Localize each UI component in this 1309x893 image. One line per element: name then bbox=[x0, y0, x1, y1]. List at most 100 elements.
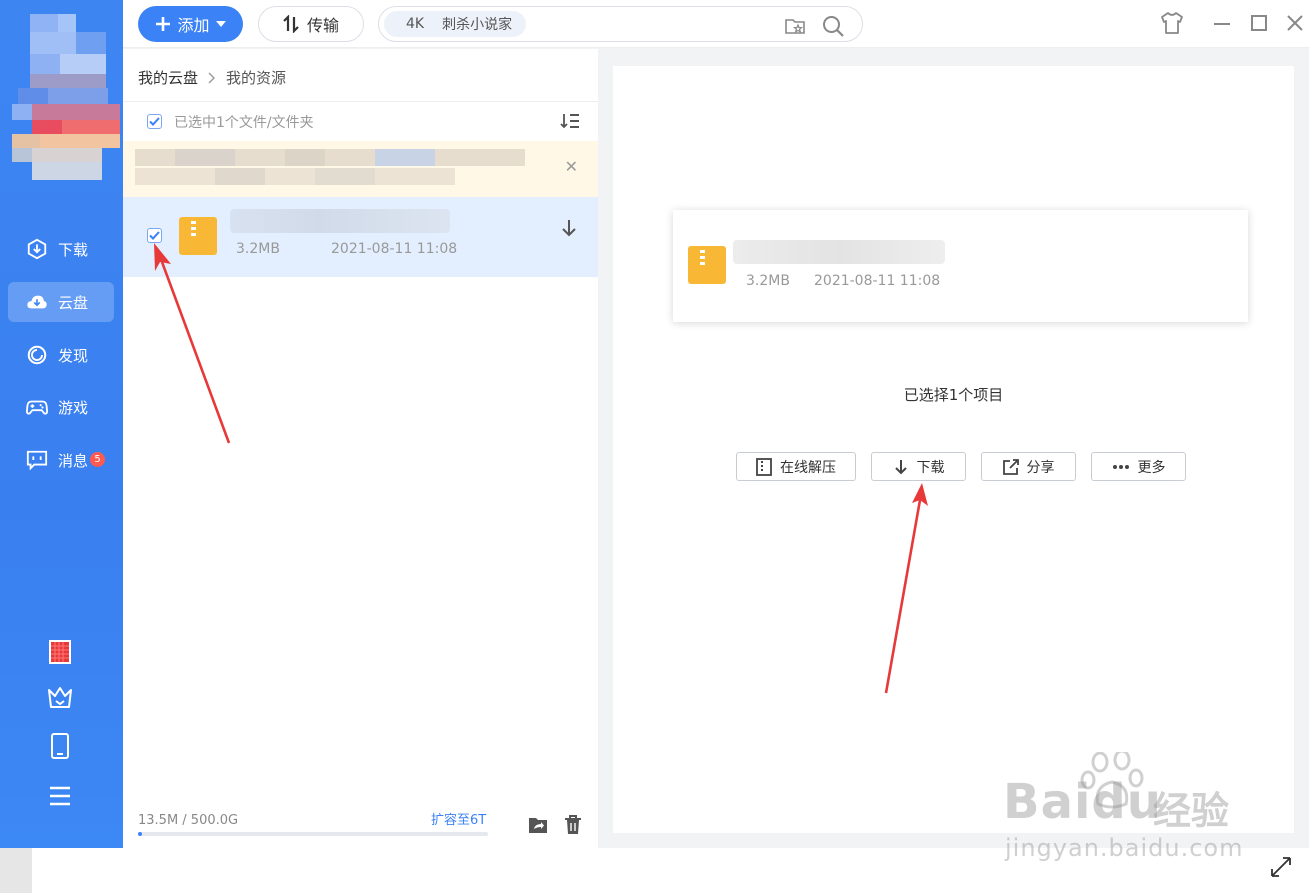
add-button-label: 添加 bbox=[177, 16, 210, 35]
phone-icon bbox=[51, 733, 69, 759]
search-chip-text: 刺杀小说家 bbox=[442, 17, 513, 33]
minimize-button[interactable] bbox=[1210, 11, 1234, 35]
transfer-button-label: 传输 bbox=[306, 16, 339, 35]
sidebar-item-discover[interactable]: 发现 bbox=[8, 335, 114, 375]
transfer-icon bbox=[283, 15, 299, 33]
sort-button[interactable] bbox=[560, 112, 580, 134]
resize-handle[interactable] bbox=[1269, 855, 1293, 883]
trash-icon bbox=[565, 815, 581, 834]
discover-icon bbox=[27, 345, 47, 365]
check-icon bbox=[149, 117, 160, 126]
folder-star-button[interactable] bbox=[784, 15, 806, 37]
gamepad-icon bbox=[26, 400, 48, 415]
breadcrumb-root[interactable]: 我的云盘 bbox=[138, 67, 198, 88]
sidebar-item-label: 游戏 bbox=[58, 398, 89, 417]
add-button[interactable]: 添加 bbox=[138, 6, 243, 42]
expand-storage-link[interactable]: 扩容至6T bbox=[431, 809, 486, 828]
zip-file-icon bbox=[688, 246, 726, 284]
file-size: 3.2MB bbox=[746, 273, 790, 289]
selection-text: 已选中1个文件/文件夹 bbox=[174, 114, 314, 131]
sidebar-item-cloud[interactable]: 云盘 bbox=[8, 282, 114, 322]
file-checkbox[interactable] bbox=[147, 228, 162, 243]
more-icon bbox=[1112, 464, 1129, 469]
delete-button[interactable] bbox=[562, 814, 584, 836]
close-button[interactable] bbox=[1283, 11, 1307, 35]
zip-file-icon bbox=[179, 217, 217, 255]
sidebar-item-messages[interactable]: 消息 5 bbox=[8, 440, 114, 480]
sidebar-item-games[interactable]: 游戏 bbox=[8, 387, 114, 427]
sidebar-item-label: 发现 bbox=[58, 346, 89, 365]
sidebar-item-label: 消息 bbox=[58, 451, 89, 470]
file-row[interactable]: 3.2MB 2021-08-11 11:08 bbox=[123, 197, 598, 277]
arrow-down-icon bbox=[894, 459, 907, 474]
sidebar: 下载 云盘 发现 游戏 消息 5 bbox=[0, 0, 123, 848]
extract-online-button[interactable]: 在线解压 bbox=[736, 452, 856, 481]
folder-star-icon bbox=[785, 19, 805, 34]
topbar: 添加 传输 4K 刺杀小说家 bbox=[123, 0, 1309, 48]
more-label: 更多 bbox=[1137, 459, 1166, 476]
selection-bar: 已选中1个文件/文件夹 bbox=[123, 101, 598, 141]
message-count-badge: 5 bbox=[90, 451, 106, 467]
detail-panel-wrapper: 3.2MB 2021-08-11 11:08 已选择1个项目 在线解压 下载 分… bbox=[598, 49, 1309, 848]
avatar[interactable] bbox=[12, 14, 120, 180]
message-icon bbox=[26, 450, 48, 471]
download-label: 下载 bbox=[916, 459, 945, 476]
more-button[interactable]: 更多 bbox=[1091, 452, 1186, 481]
share-label: 分享 bbox=[1026, 459, 1055, 476]
download-icon bbox=[27, 238, 47, 260]
blurred-notice-text bbox=[135, 149, 525, 185]
file-list-panel: 我的云盘 我的资源 已选中1个文件/文件夹 ✕ 3.2MB 2021-08-11… bbox=[123, 49, 598, 848]
vip-button[interactable] bbox=[47, 685, 73, 711]
share-button[interactable]: 分享 bbox=[981, 452, 1076, 481]
storage-progress-bar bbox=[138, 832, 488, 836]
file-date: 2021-08-11 11:08 bbox=[331, 241, 458, 257]
plus-icon bbox=[156, 17, 171, 31]
detail-panel: 3.2MB 2021-08-11 11:08 已选择1个项目 在线解压 下载 分… bbox=[613, 66, 1294, 833]
search-button[interactable] bbox=[822, 15, 844, 37]
storage-usage-text: 13.5M / 500.0G bbox=[138, 813, 239, 828]
notice-close-icon[interactable]: ✕ bbox=[565, 157, 578, 176]
chevron-right-icon bbox=[208, 72, 216, 83]
breadcrumb-current: 我的资源 bbox=[226, 69, 287, 87]
mobile-button[interactable] bbox=[47, 733, 73, 759]
gift-button[interactable] bbox=[47, 639, 73, 665]
tshirt-icon bbox=[1161, 12, 1183, 34]
sort-icon bbox=[560, 114, 579, 129]
arrow-down-icon bbox=[562, 220, 576, 237]
bottom-left-gray bbox=[0, 848, 32, 893]
search-suggestion-chip[interactable]: 4K 刺杀小说家 bbox=[384, 11, 527, 37]
maximize-icon bbox=[1251, 15, 1267, 31]
transfer-button[interactable]: 传输 bbox=[258, 6, 364, 42]
menu-icon bbox=[50, 786, 70, 806]
selected-file-card: 3.2MB 2021-08-11 11:08 bbox=[673, 210, 1248, 322]
storage-progress-fill bbox=[138, 832, 142, 836]
move-button[interactable] bbox=[527, 814, 549, 836]
select-all-checkbox[interactable] bbox=[147, 114, 162, 129]
blurred-file-name bbox=[230, 209, 450, 233]
bottom-strip bbox=[0, 848, 1309, 893]
download-button[interactable]: 下载 bbox=[871, 452, 966, 481]
search-icon bbox=[823, 16, 844, 37]
cloud-icon bbox=[27, 295, 47, 309]
selected-count-text: 已选择1个项目 bbox=[903, 386, 1004, 404]
zip-extract-icon bbox=[756, 457, 772, 476]
extract-online-label: 在线解压 bbox=[780, 459, 836, 476]
gift-icon bbox=[49, 640, 71, 664]
sidebar-item-label: 云盘 bbox=[58, 293, 89, 312]
folder-share-icon bbox=[529, 818, 547, 833]
minimize-icon bbox=[1214, 23, 1230, 25]
maximize-button[interactable] bbox=[1247, 11, 1271, 35]
caret-down-icon bbox=[215, 21, 226, 27]
sidebar-item-download[interactable]: 下载 bbox=[8, 229, 114, 269]
file-date: 2021-08-11 11:08 bbox=[814, 273, 941, 289]
sidebar-item-label: 下载 bbox=[58, 240, 89, 259]
search-chip-quality: 4K bbox=[406, 16, 425, 32]
search-bar[interactable]: 4K 刺杀小说家 bbox=[378, 6, 863, 42]
menu-button[interactable] bbox=[47, 783, 73, 809]
notice-banner: ✕ bbox=[123, 141, 598, 197]
check-icon bbox=[149, 231, 160, 240]
file-size: 3.2MB bbox=[236, 241, 280, 257]
row-download-button[interactable] bbox=[560, 219, 578, 241]
resize-icon bbox=[1271, 857, 1291, 877]
skin-button[interactable] bbox=[1160, 11, 1184, 35]
